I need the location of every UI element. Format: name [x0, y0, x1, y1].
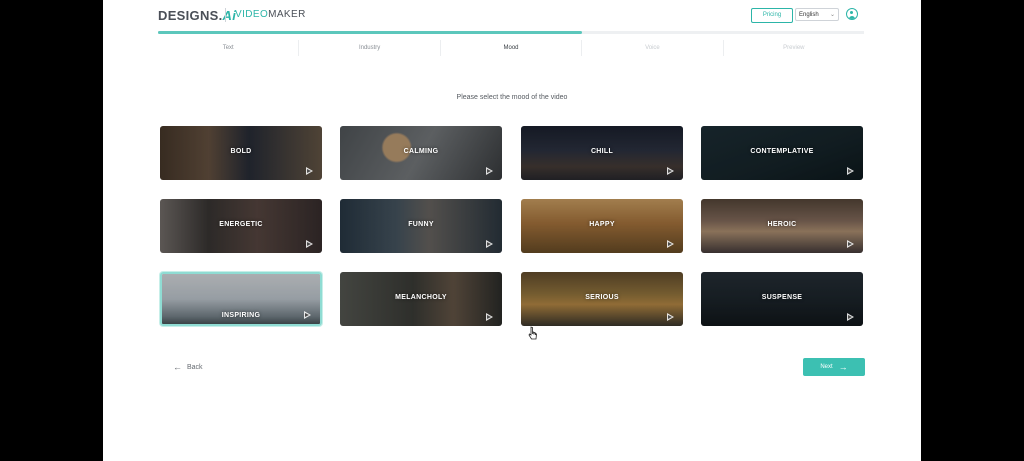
mood-card-contemplative[interactable]: CONTEMPLATIVE [701, 126, 863, 180]
product-prefix: VIDEO [235, 9, 269, 20]
wizard-steps: Text Industry Mood Voice Preview [158, 40, 864, 56]
video-maker-page: DESIGNS. Ai VIDEOMAKER Pricing English ⌄ … [103, 0, 921, 461]
arrow-left-icon: ← [173, 362, 182, 372]
logo-text: DESIGNS. [158, 7, 223, 23]
mood-card-label: ENERGETIC [219, 221, 263, 228]
mood-card-label: CALMING [403, 148, 439, 155]
play-icon[interactable] [847, 167, 854, 175]
mood-card-energetic[interactable]: ENERGETIC [160, 199, 322, 253]
back-label: Back [187, 363, 203, 371]
mood-card-funny[interactable]: FUNNY [340, 199, 502, 253]
progress-bar [158, 31, 864, 34]
mood-card-label: HEROIC [767, 221, 797, 228]
mood-card-suspense[interactable]: SUSPENSE [701, 272, 863, 326]
chevron-down-icon: ⌄ [829, 12, 835, 18]
arrow-right-icon: → [838, 362, 848, 372]
mood-card-label: CHILL [590, 148, 614, 155]
mood-card-bold[interactable]: BOLD [160, 126, 322, 180]
mood-card-label: INSPIRING [221, 312, 261, 319]
product-suffix: MAKER [268, 9, 306, 20]
mood-card-label: CONTEMPLATIVE [750, 148, 814, 155]
play-icon[interactable] [306, 167, 313, 175]
play-icon[interactable] [847, 313, 854, 321]
logo-divider [225, 8, 226, 22]
mood-card-label: HAPPY [589, 221, 615, 228]
play-icon[interactable] [667, 240, 674, 248]
mood-card-inspiring[interactable]: INSPIRING [160, 272, 322, 326]
pricing-button[interactable]: Pricing [751, 8, 793, 23]
mood-card-melancholy[interactable]: MELANCHOLY [340, 272, 502, 326]
mood-card-label: BOLD [230, 148, 252, 155]
mood-card-chill[interactable]: CHILL [521, 126, 683, 180]
mood-card-label: MELANCHOLY [395, 294, 447, 301]
mood-card-serious[interactable]: SERIOUS [521, 272, 683, 326]
language-select[interactable]: English ⌄ [795, 8, 839, 21]
step-industry[interactable]: Industry [298, 40, 439, 56]
step-text[interactable]: Text [158, 40, 298, 56]
play-icon[interactable] [667, 167, 674, 175]
step-voice: Voice [581, 40, 722, 56]
mood-prompt: Please select the mood of the video [456, 94, 568, 101]
play-icon[interactable] [667, 313, 674, 321]
play-icon[interactable] [486, 167, 493, 175]
mood-card-label: SERIOUS [585, 294, 619, 301]
mood-card-happy[interactable]: HAPPY [521, 199, 683, 253]
product-name: VIDEOMAKER [235, 9, 306, 20]
step-preview: Preview [722, 40, 864, 56]
mood-card-calming[interactable]: CALMING [340, 126, 502, 180]
mood-card-label: FUNNY [408, 221, 434, 228]
mouse-pointer-icon [528, 326, 537, 340]
play-icon[interactable] [847, 240, 854, 248]
next-button[interactable]: Next → [803, 358, 865, 376]
mood-card-heroic[interactable]: HEROIC [701, 199, 863, 253]
play-icon[interactable] [486, 240, 493, 248]
play-icon[interactable] [304, 311, 311, 319]
progress-bar-fill [158, 31, 582, 34]
mood-card-label: SUSPENSE [761, 294, 803, 301]
back-button[interactable]: ← Back [173, 362, 203, 372]
play-icon[interactable] [486, 313, 493, 321]
next-label: Next [820, 364, 833, 370]
step-mood[interactable]: Mood [439, 40, 581, 56]
language-value: English [799, 12, 819, 18]
user-account-icon[interactable] [846, 8, 858, 20]
play-icon[interactable] [306, 240, 313, 248]
